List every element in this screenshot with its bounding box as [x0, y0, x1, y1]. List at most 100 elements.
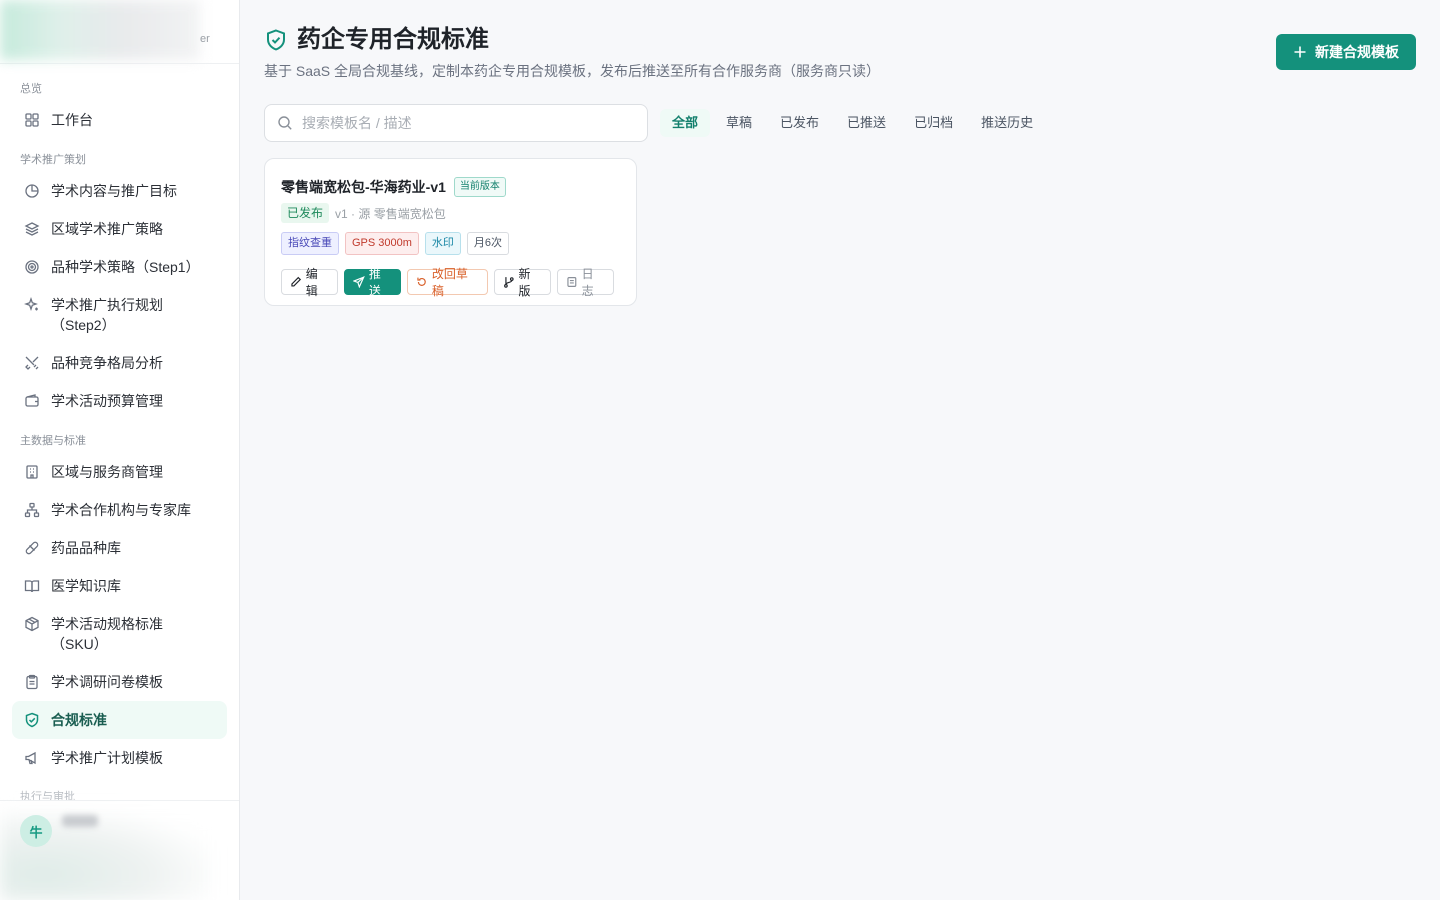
sidebar-item-execution-plan[interactable]: 学术推广执行规划 （Step2）	[12, 286, 227, 344]
edit-button[interactable]: 编辑	[281, 267, 339, 298]
sidebar-item-label: 学术推广计划模板	[51, 750, 163, 766]
sidebar-item-region-provider[interactable]: 区域与服务商管理	[12, 453, 227, 491]
tab-push-history[interactable]: 推送历史	[969, 109, 1045, 137]
dashboard-grid-icon	[24, 112, 40, 128]
rule-tags: 指纹查重 GPS 3000m 水印 月6次	[281, 232, 620, 255]
revert-draft-button[interactable]: 改回草稿	[407, 267, 488, 298]
nav-group-title: 学术推广策划	[20, 154, 86, 166]
tab-archived[interactable]: 已归档	[902, 109, 965, 137]
user-panel[interactable]: 牛	[0, 800, 239, 900]
filter-toolbar: 全部 草稿 已发布 已推送 已归档 推送历史	[264, 104, 1049, 142]
target-chart-icon	[24, 183, 40, 199]
push-button[interactable]: 推送	[344, 267, 402, 298]
nav-group-title: 总览	[20, 83, 42, 95]
revert-label: 改回草稿	[431, 267, 468, 298]
push-label: 推送	[368, 267, 381, 298]
search-icon	[278, 116, 292, 130]
sidebar-item-label: 医学知识库	[51, 578, 121, 594]
status-badge: 已发布	[281, 203, 330, 223]
sidebar-item-label: 区域学术推广策略	[51, 221, 163, 237]
sidebar-item-survey[interactable]: 学术调研问卷模板	[12, 663, 227, 701]
sidebar-item-variety-strategy[interactable]: 品种学术策略（Step1）	[12, 248, 227, 286]
pill-icon	[24, 540, 40, 556]
sidebar-item-label: 学术活动预算管理	[51, 393, 163, 409]
sidebar-item-sku[interactable]: 学术活动规格标准 （SKU）	[12, 605, 227, 663]
brand-header: er	[0, 0, 239, 64]
tab-draft[interactable]: 草稿	[714, 109, 764, 137]
plus-icon	[1294, 46, 1306, 58]
pencil-icon	[291, 276, 302, 287]
new-version-button[interactable]: 新版	[493, 267, 551, 298]
user-name	[62, 815, 98, 827]
git-branch-icon	[503, 277, 514, 288]
template-meta: v1 · 源 零售端宽松包	[335, 206, 446, 221]
sidebar-item-regional-strategy[interactable]: 区域学术推广策略	[12, 210, 227, 248]
sidebar-item-budget[interactable]: 学术活动预算管理	[12, 382, 227, 420]
shield-check-icon	[264, 28, 288, 52]
sparkles-icon	[24, 297, 40, 313]
log-icon	[567, 277, 577, 287]
brand-subtitle: er	[200, 33, 210, 45]
sidebar-item-label: 品种学术策略（Step1）	[51, 259, 200, 275]
tag-gps: GPS 3000m	[345, 232, 419, 255]
sidebar-item-label: 区域与服务商管理	[51, 464, 163, 480]
sidebar-item-label: 品种竞争格局分析	[51, 355, 163, 371]
sidebar-item-label: 学术推广执行规划 （Step2）	[51, 297, 163, 333]
undo-icon	[417, 277, 427, 286]
page-header: 药企专用合规标准 基于 SaaS 全局合规基线，定制本药企专用合规模板，发布后推…	[264, 24, 880, 81]
new-version-label: 新版	[518, 267, 531, 298]
tab-published[interactable]: 已发布	[768, 109, 831, 137]
building-icon	[24, 464, 40, 480]
sidebar-item-compliance[interactable]: 合规标准	[12, 701, 227, 739]
sidebar-item-plan-template[interactable]: 学术推广计划模板	[12, 739, 227, 777]
sidebar-item-label: 学术合作机构与专家库	[51, 502, 191, 518]
package-icon	[24, 616, 40, 632]
new-template-label: 新建合规模板	[1315, 44, 1399, 60]
shield-check-icon	[24, 712, 40, 728]
edit-label: 编辑	[305, 267, 318, 298]
status-tabs: 全部 草稿 已发布 已推送 已归档 推送历史	[660, 109, 1049, 137]
page-description: 基于 SaaS 全局合规基线，定制本药企专用合规模板，发布后推送至所有合作服务商…	[264, 63, 881, 79]
sidebar-item-drug-library[interactable]: 药品品种库	[12, 529, 227, 567]
tag-watermark: 水印	[424, 232, 461, 255]
new-template-button[interactable]: 新建合规模板	[1276, 34, 1416, 70]
tag-fingerprint: 指纹查重	[281, 232, 339, 255]
megaphone-icon	[24, 750, 40, 766]
sidebar-item-label: 合规标准	[51, 712, 107, 728]
current-version-badge: 当前版本	[453, 177, 506, 197]
sidebar-item-institutions[interactable]: 学术合作机构与专家库	[12, 491, 227, 529]
main-content: 药企专用合规标准 基于 SaaS 全局合规基线，定制本药企专用合规模板，发布后推…	[240, 0, 1440, 900]
sidebar-item-competition[interactable]: 品种竞争格局分析	[12, 344, 227, 382]
layers-icon	[24, 221, 40, 237]
search-box[interactable]	[264, 104, 648, 142]
clipboard-icon	[24, 674, 40, 690]
tab-all[interactable]: 全部	[660, 109, 711, 137]
swords-icon	[24, 355, 40, 371]
wallet-icon	[24, 393, 40, 409]
tag-monthly-limit: 月6次	[466, 232, 510, 255]
search-input[interactable]	[302, 115, 622, 131]
brand-logo[interactable]	[0, 0, 200, 60]
sidebar-item-workbench[interactable]: 工作台	[12, 101, 227, 139]
sidebar-item-label: 学术内容与推广目标	[51, 183, 177, 199]
template-card: 零售端宽松包-华海药业-v1 当前版本 已发布 v1 · 源 零售端宽松包 指纹…	[264, 158, 637, 306]
log-label: 日志	[581, 267, 594, 298]
sidebar: er 总览 工作台 学术推广策划 学术内容与推广目标 区域学术推广策略 品种学术…	[0, 0, 240, 900]
log-button[interactable]: 日志	[556, 267, 614, 298]
avatar[interactable]: 牛	[20, 815, 52, 847]
network-icon	[24, 502, 40, 518]
sidebar-item-label: 学术活动规格标准 （SKU）	[51, 616, 163, 652]
card-actions: 编辑 推送 改回草稿 新版 日志	[281, 267, 620, 298]
template-name: 零售端宽松包-华海药业-v1	[281, 179, 446, 195]
sidebar-nav: 总览 工作台 学术推广策划 学术内容与推广目标 区域学术推广策略 品种学术策略（…	[0, 64, 239, 777]
sidebar-item-label: 药品品种库	[51, 540, 121, 556]
book-icon	[24, 578, 40, 594]
radar-target-icon	[24, 259, 40, 275]
sidebar-item-knowledge[interactable]: 医学知识库	[12, 567, 227, 605]
sidebar-item-academic-content[interactable]: 学术内容与推广目标	[12, 172, 227, 210]
nav-group-title: 主数据与标准	[20, 435, 86, 447]
tab-pushed[interactable]: 已推送	[835, 109, 898, 137]
page-title: 药企专用合规标准	[297, 26, 489, 53]
sidebar-item-label: 学术调研问卷模板	[51, 674, 163, 690]
send-icon	[353, 276, 365, 288]
